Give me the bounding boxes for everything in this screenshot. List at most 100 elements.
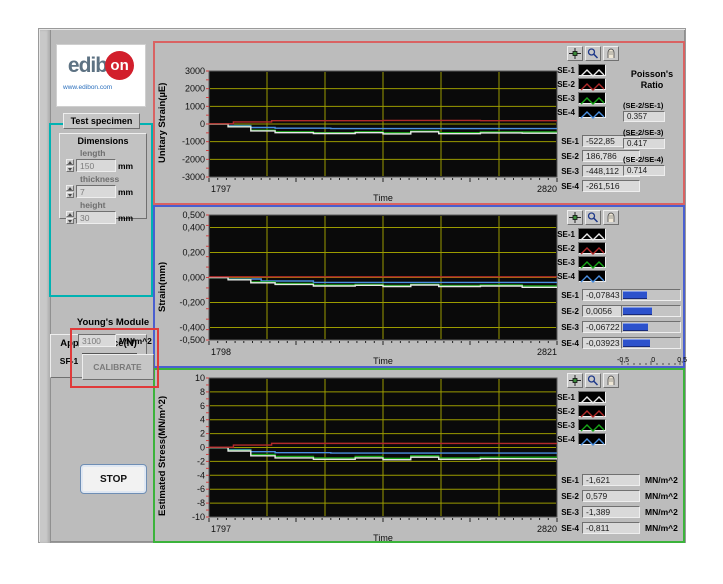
x-last-label: 2820 [537,184,557,194]
readout-value: 0,579 [582,490,640,502]
legend-label: SE-4 [553,108,575,117]
height-unit: mm [118,213,133,223]
thickness-stepper[interactable] [66,185,74,198]
edibon-logo: edib on www.edibon.com [56,44,146,107]
readout-label: SE-2 [557,152,579,161]
readout-value: -1,389 [582,506,640,518]
svg-text:-6: -6 [197,484,205,494]
legend-item-se-2[interactable]: SE-2 [553,242,606,254]
trace-swatch-icon [578,106,606,118]
height-input[interactable]: 30 [76,211,116,224]
y-axis-title: Unitary Strain(µE) [156,43,169,203]
legend-item-se-1[interactable]: SE-1 [553,391,606,403]
increment-icon[interactable] [66,185,74,191]
legend-label: SE-2 [553,244,575,253]
svg-text:3000: 3000 [185,66,205,76]
svg-text:-2: -2 [197,456,205,466]
readout-label: SE-1 [557,137,579,146]
legend-item-se-3[interactable]: SE-3 [553,92,606,104]
svg-text:-2000: -2000 [182,154,205,164]
graph-cursor-tool-icon[interactable] [567,373,583,388]
main-panel: edib on www.edibon.com Test specimen Dim… [38,28,686,543]
bar-scale: -0,5 0 0,5 [621,353,681,367]
test-specimen-group: Dimensions length 150 mm thickness [49,123,153,297]
y-axis-title: Estimated Stress(MN/m^2) [156,370,169,541]
length-stepper[interactable] [66,159,74,172]
poisson-ratio-label: (SE-2/SE-3) [623,128,681,137]
readout-label: SE-3 [557,323,579,332]
decrement-icon[interactable] [66,166,74,172]
legend-item-se-2[interactable]: SE-2 [553,78,606,90]
legend-label: SE-2 [553,407,575,416]
bar-indicator [621,337,681,349]
x-axis-title: Time [373,533,393,541]
youngs-module-title: Young's Module [63,317,163,328]
graph-zoom-tool-icon[interactable] [585,46,601,61]
graph-pan-tool-icon[interactable] [603,373,619,388]
graph-palette [567,46,619,61]
legend: SE-1 SE-2 SE-3 SE-4 [553,64,606,120]
thickness-input[interactable]: 7 [76,185,116,198]
bar-scale-min: -0,5 [617,357,629,364]
svg-text:1000: 1000 [185,101,205,111]
readout-unit: MN/m^2 [645,523,678,533]
height-label: height [80,200,146,210]
increment-icon[interactable] [66,211,74,217]
calibrate-button[interactable]: CALIBRATE [82,354,154,380]
website-link: www.edibon.com [57,84,145,91]
decrement-icon[interactable] [66,192,74,198]
legend-item-se-1[interactable]: SE-1 [553,228,606,240]
bar-scale-max: 0,5 [677,357,687,364]
legend-item-se-3[interactable]: SE-3 [553,419,606,431]
readout-label: SE-4 [557,182,579,191]
legend-item-se-1[interactable]: SE-1 [553,64,606,76]
graph-zoom-tool-icon[interactable] [585,210,601,225]
strain-plot[interactable]: 0,5000,4000,2000,000-0,200-0,400-0,50017… [169,207,565,366]
estimated-stress-chart-panel: Estimated Stress(MN/m^2) 1086420-2-4-6-8… [153,368,685,543]
svg-text:-0,200: -0,200 [179,298,205,308]
svg-text:0,500: 0,500 [182,210,205,220]
increment-icon[interactable] [66,159,74,165]
graph-pan-tool-icon[interactable] [603,46,619,61]
graph-pan-tool-icon[interactable] [603,210,619,225]
strain-chart-panel: Strain(mm) 0,5000,4000,2000,000-0,200-0,… [153,205,685,368]
poisson-ratio-panel: Poisson's Ratio (SE-2/SE-1) 0.357 (SE-2/… [623,69,681,182]
graph-cursor-tool-icon[interactable] [567,210,583,225]
decrement-icon[interactable] [66,218,74,224]
legend-item-se-4[interactable]: SE-4 [553,270,606,282]
bar-indicator [621,289,681,301]
length-input[interactable]: 150 [76,159,116,172]
x-first-label: 1798 [211,347,231,357]
graph-zoom-tool-icon[interactable] [585,373,601,388]
legend-item-se-3[interactable]: SE-3 [553,256,606,268]
youngs-module-group: 3100 MN/m^2 CALIBRATE [70,328,159,388]
legend-label: SE-3 [553,421,575,430]
svg-text:0,000: 0,000 [182,273,205,283]
height-field: height 30 mm [66,200,146,224]
svg-text:-3000: -3000 [182,172,205,182]
height-stepper[interactable] [66,211,74,224]
readout-label: SE-2 [557,492,579,501]
estimated-stress-plot[interactable]: 1086420-2-4-6-8-1017972820Time [169,370,565,541]
stop-button[interactable]: STOP [80,464,147,494]
trace-swatch-icon [578,64,606,76]
legend-item-se-4[interactable]: SE-4 [553,433,606,445]
legend-item-se-2[interactable]: SE-2 [553,405,606,417]
svg-text:-1000: -1000 [182,137,205,147]
graph-cursor-tool-icon[interactable] [567,46,583,61]
thickness-label: thickness [80,174,146,184]
y-tick-labels: 0,5000,4000,2000,000-0,200-0,400-0,500 [179,210,205,345]
legend-label: SE-3 [553,94,575,103]
youngs-module-input[interactable]: 3100 [78,334,116,347]
y-tick-labels: 1086420-2-4-6-8-10 [192,373,205,522]
legend-item-se-4[interactable]: SE-4 [553,106,606,118]
legend-label: SE-3 [553,258,575,267]
unitary-strain-plot[interactable]: 3000200010000-1000-2000-300017972820Time [169,43,565,203]
thickness-unit: mm [118,187,133,197]
svg-text:0: 0 [200,443,205,453]
tab-test-specimen[interactable]: Test specimen [63,113,140,129]
trace-swatch-icon [578,419,606,431]
trace-swatch-icon [578,228,606,240]
strain-bar-indicators [621,289,681,353]
svg-text:10: 10 [195,373,205,383]
